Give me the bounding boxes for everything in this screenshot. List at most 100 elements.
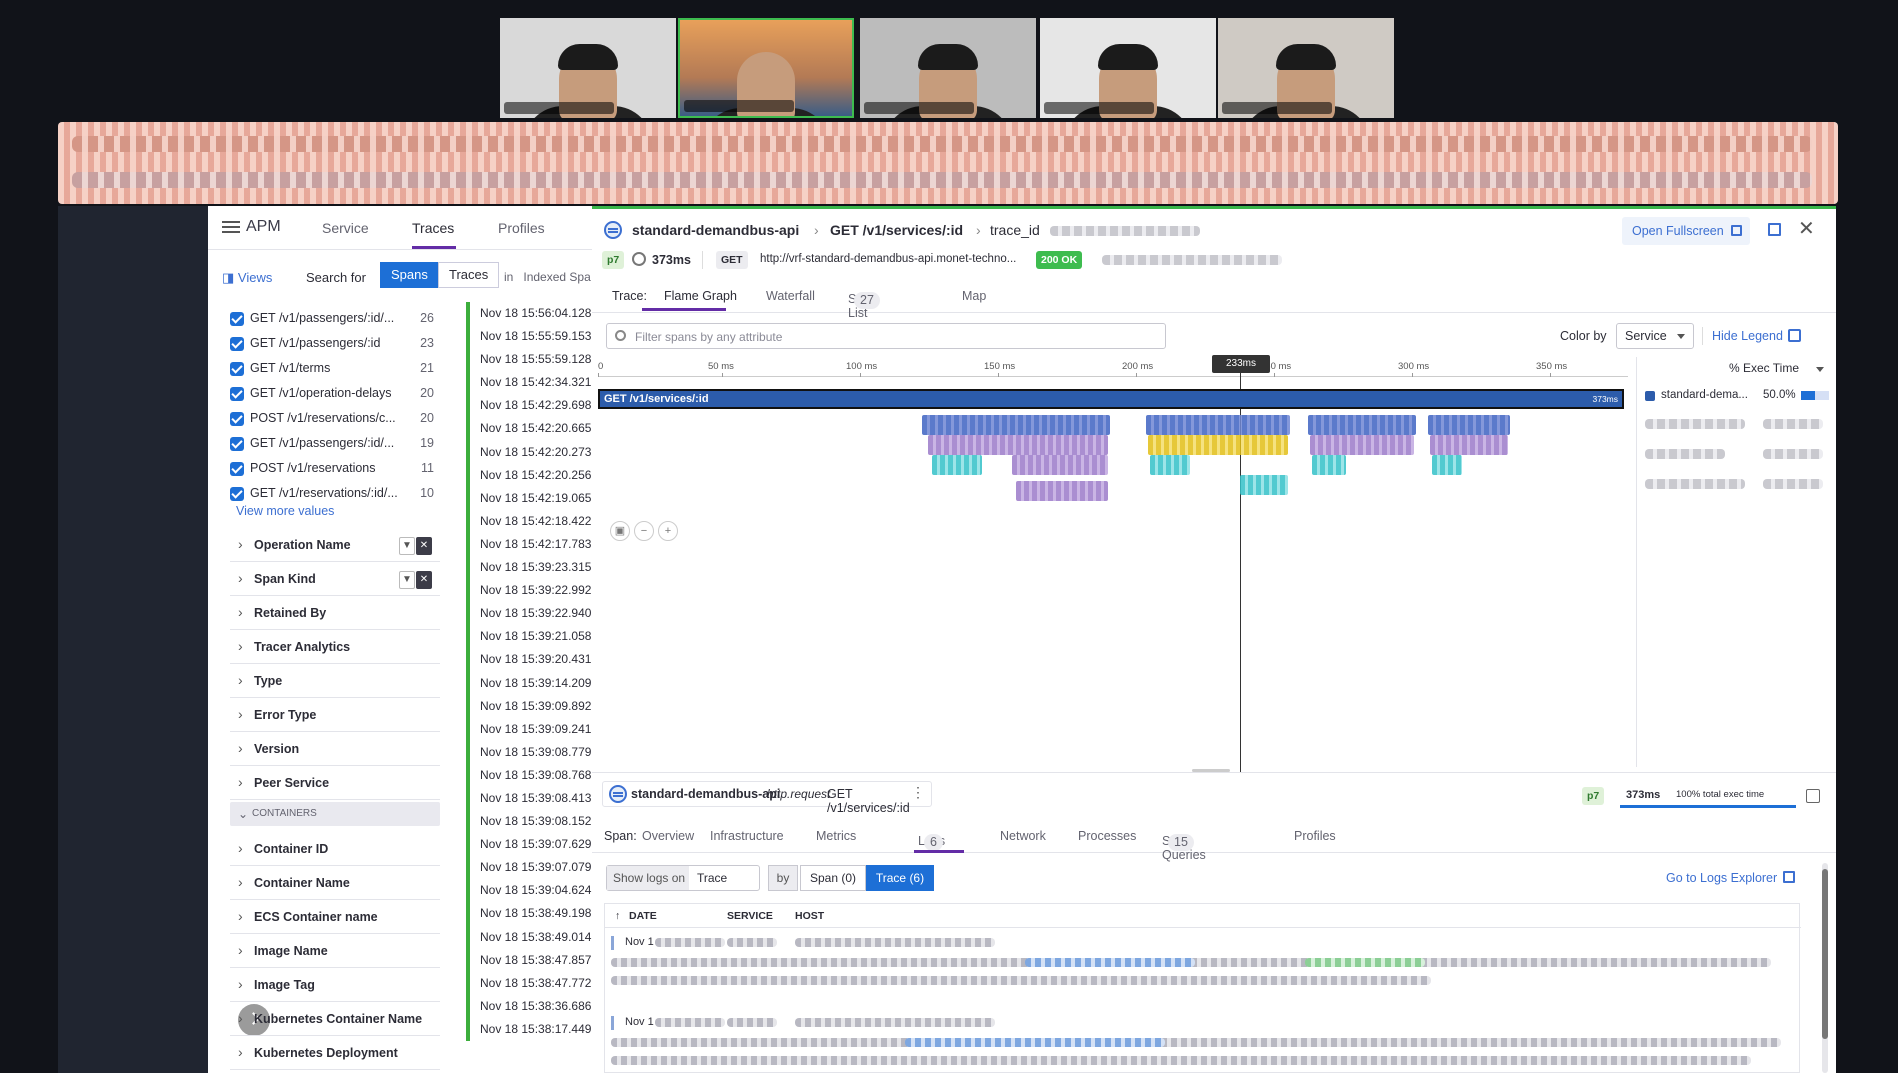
trace-row[interactable]: Nov 18 15:39:09.892 <box>466 694 592 718</box>
span-bar[interactable] <box>1148 435 1288 455</box>
facet-section[interactable]: › Image Name <box>230 934 440 968</box>
time-cursor-label[interactable]: 233ms <box>1212 355 1270 373</box>
checkbox-checked-icon[interactable] <box>230 437 244 451</box>
facet-section[interactable]: › Container Name <box>230 866 440 900</box>
spans-toggle[interactable]: Spans <box>380 262 439 288</box>
zoom-out-icon[interactable]: − <box>634 521 654 541</box>
trace-row[interactable]: Nov 18 15:38:36.686 <box>466 994 592 1018</box>
checkbox-checked-icon[interactable] <box>230 487 244 501</box>
apm-logo[interactable]: APM <box>222 218 281 236</box>
tab-metrics[interactable]: Metrics <box>816 829 856 843</box>
trace-row[interactable]: Nov 18 15:55:59.128 <box>466 348 592 372</box>
facet-section[interactable]: › Tracer Analytics <box>230 630 440 664</box>
facet-section[interactable]: › ECS Container name <box>230 900 440 934</box>
tab-processes[interactable]: Processes <box>1078 829 1136 843</box>
trace-row[interactable]: Nov 18 15:39:09.241 <box>466 717 592 741</box>
external-link-icon[interactable] <box>1768 223 1781 236</box>
trace-row[interactable]: Nov 18 15:39:22.992 <box>466 579 592 603</box>
trace-row[interactable]: Nov 18 15:42:18.422 <box>466 509 592 533</box>
trace-row[interactable]: Nov 18 15:55:59.153 <box>466 325 592 349</box>
facet-section[interactable]: › Version <box>230 732 440 766</box>
clear-icon[interactable]: ✕ <box>416 537 432 555</box>
trace-row[interactable]: Nov 18 15:39:08.768 <box>466 763 592 787</box>
facet-section[interactable]: › Kubernetes Container Name <box>230 1002 440 1036</box>
tab-overview[interactable]: Overview <box>642 829 694 843</box>
trace-row[interactable]: Nov 18 15:39:08.779 <box>466 740 592 764</box>
span-bar[interactable] <box>1012 455 1108 475</box>
filter-icon[interactable]: ▼ <box>399 571 415 589</box>
span-bar[interactable] <box>1146 415 1290 435</box>
span-bar[interactable] <box>1240 475 1288 495</box>
tab-infrastructure[interactable]: Infrastructure <box>710 829 784 843</box>
trace-row[interactable]: Nov 18 15:39:08.152 <box>466 810 592 834</box>
trace-row[interactable]: Nov 18 15:39:23.315 <box>466 556 592 580</box>
trace-row[interactable]: Nov 18 15:42:34.321 <box>466 371 592 395</box>
facet-section[interactable]: › Retained By <box>230 596 440 630</box>
trace-row[interactable]: Nov 18 15:42:20.256 <box>466 463 592 487</box>
span-bar[interactable] <box>1016 481 1108 501</box>
span-filter-input[interactable]: Filter spans by any attribute <box>606 323 1166 349</box>
zoom-in-icon[interactable]: + <box>658 521 678 541</box>
trace-row[interactable]: Nov 18 15:39:07.629 <box>466 833 592 857</box>
tab-profiles[interactable]: Profiles <box>1294 829 1336 843</box>
video-tile-2[interactable] <box>678 18 854 118</box>
tab-service[interactable]: Service <box>322 220 369 236</box>
close-icon[interactable]: ✕ <box>1798 219 1815 239</box>
facet-value[interactable]: GET /v1/operation-delays 20 <box>230 381 434 406</box>
facet-section[interactable]: › Kubernetes Deployment <box>230 1036 440 1070</box>
tab-network[interactable]: Network <box>1000 829 1046 843</box>
trace-row[interactable]: Nov 18 15:39:07.079 <box>466 856 592 880</box>
span-bar[interactable] <box>1308 415 1416 435</box>
facet-value[interactable]: POST /v1/reservations/c... 20 <box>230 406 434 431</box>
facet-section[interactable]: › Image Tag <box>230 968 440 1002</box>
span-bar[interactable] <box>928 435 1108 455</box>
facet-section[interactable]: › Type <box>230 664 440 698</box>
span-bar[interactable] <box>1432 455 1462 475</box>
trace-row[interactable]: Nov 18 15:42:29.698 <box>466 394 592 418</box>
views-button[interactable]: ◨ Views <box>222 270 272 286</box>
trace-row[interactable]: Nov 18 15:56:04.128 <box>466 302 592 326</box>
checkbox-checked-icon[interactable] <box>230 312 244 326</box>
trace-row[interactable]: Nov 18 15:39:21.058 <box>466 625 592 649</box>
trace-row[interactable]: Nov 18 15:42:17.783 <box>466 532 592 557</box>
trace-row[interactable]: Nov 18 15:38:47.857 <box>466 948 592 972</box>
tab-traces[interactable]: Traces <box>412 220 454 236</box>
checkbox-checked-icon[interactable] <box>230 337 244 351</box>
facet-value[interactable]: GET /v1/terms 21 <box>230 356 434 381</box>
col-service[interactable]: SERVICE <box>727 910 773 922</box>
view-more-values-link[interactable]: View more values <box>236 504 334 518</box>
checkbox-checked-icon[interactable] <box>230 362 244 376</box>
reset-view-icon[interactable]: ▣ <box>610 521 630 541</box>
sort-icon[interactable]: ↑ <box>615 910 620 922</box>
collapse-panel-icon[interactable] <box>1806 789 1820 803</box>
root-span-bar[interactable]: GET /v1/services/:id 373ms <box>598 389 1624 409</box>
span-logs-button[interactable]: Span (0) <box>800 865 866 891</box>
trace-row[interactable]: Nov 18 15:39:04.624 <box>466 879 592 903</box>
trace-row[interactable]: Nov 18 15:42:19.065 <box>466 486 592 510</box>
trace-row[interactable]: Nov 18 15:38:17.449 <box>466 1017 592 1041</box>
open-fullscreen-button[interactable]: Open Fullscreen <box>1622 217 1750 245</box>
trace-row[interactable]: Nov 18 15:39:08.413 <box>466 786 592 811</box>
facet-value[interactable]: GET /v1/passengers/:id/... 26 <box>230 306 434 331</box>
video-tile-1[interactable] <box>500 18 676 118</box>
trace-row[interactable]: Nov 18 15:38:49.198 <box>466 902 592 926</box>
legend-row[interactable]: standard-dema... 50.0% <box>1645 385 1835 405</box>
checkbox-checked-icon[interactable] <box>230 412 244 426</box>
video-tile-3[interactable] <box>860 18 1036 118</box>
span-bar[interactable] <box>932 455 982 475</box>
facet-value[interactable]: POST /v1/reservations 11 <box>230 456 434 481</box>
trace-row[interactable]: Nov 18 15:39:22.940 <box>466 602 592 626</box>
tab-map[interactable]: Map <box>962 289 986 303</box>
color-by-select[interactable]: Service <box>1616 323 1694 349</box>
col-host[interactable]: HOST <box>795 910 824 922</box>
span-bar[interactable] <box>922 415 1110 435</box>
span-bar[interactable] <box>1150 455 1190 475</box>
trace-row[interactable]: Nov 18 15:38:49.014 <box>466 925 592 949</box>
go-to-logs-explorer-link[interactable]: Go to Logs Explorer <box>1666 871 1796 885</box>
legend-header[interactable]: % Exec Time <box>1729 361 1799 375</box>
logs-scrollbar[interactable] <box>1822 863 1828 1073</box>
indexed-spans-selector[interactable]: Indexed Spa <box>523 270 590 284</box>
scroll-thumb[interactable] <box>1822 869 1828 1039</box>
span-bar[interactable] <box>1428 415 1510 435</box>
span-bar[interactable] <box>1430 435 1508 455</box>
